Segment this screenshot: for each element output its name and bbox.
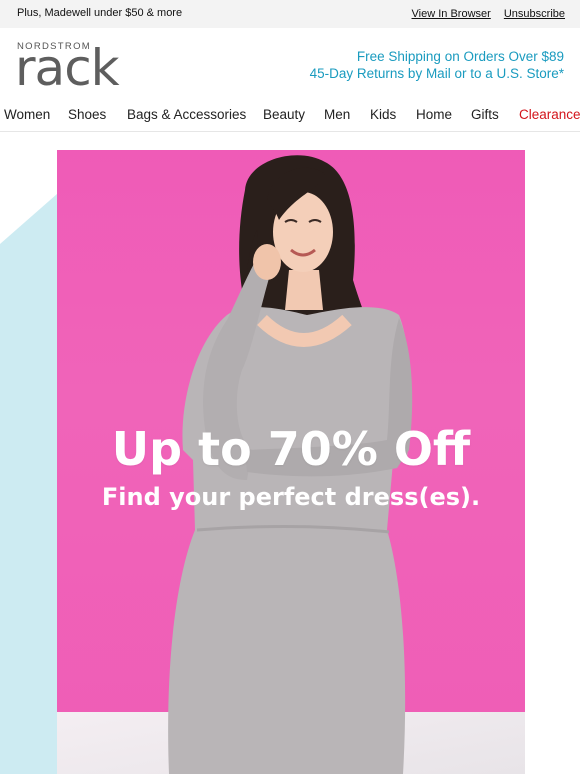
nav-item-home[interactable]: Home xyxy=(416,107,452,122)
nav-item-beauty[interactable]: Beauty xyxy=(263,107,305,122)
nav-item-clearance[interactable]: Clearance xyxy=(519,107,580,122)
logo-rack-text: rack xyxy=(15,39,120,97)
shipping-promo[interactable]: Free Shipping on Orders Over $89 45-Day … xyxy=(310,48,564,82)
returns-text: 45-Day Returns by Mail or to a U.S. Stor… xyxy=(309,66,564,81)
hero-subheadline: Find your perfect dress(es). xyxy=(101,483,481,511)
category-nav: Women Shoes Bags & Accessories Beauty Me… xyxy=(0,100,580,132)
utility-links: View In Browser Unsubscribe xyxy=(402,8,565,20)
top-utility-bar: Plus, Madewell under $50 & more View In … xyxy=(0,0,580,28)
free-shipping-text: Free Shipping on Orders Over $89 xyxy=(356,49,564,64)
nav-item-women[interactable]: Women xyxy=(4,107,50,122)
nordstrom-rack-logo[interactable]: NORDSTROM rack xyxy=(15,41,120,93)
view-in-browser-link[interactable]: View In Browser xyxy=(412,8,491,20)
nav-item-men[interactable]: Men xyxy=(324,107,350,122)
nav-item-kids[interactable]: Kids xyxy=(370,107,396,122)
hero-banner[interactable]: Up to 70% Off Find your perfect dress(es… xyxy=(0,132,580,774)
nav-item-gifts[interactable]: Gifts xyxy=(471,107,499,122)
nav-item-bags-accessories[interactable]: Bags & Accessories xyxy=(127,107,246,122)
hero-image[interactable]: Up to 70% Off Find your perfect dress(es… xyxy=(57,150,525,774)
unsubscribe-link[interactable]: Unsubscribe xyxy=(504,8,565,20)
hero-headline: Up to 70% Off xyxy=(111,422,471,476)
preheader-text: Plus, Madewell under $50 & more xyxy=(17,7,183,19)
nav-item-shoes[interactable]: Shoes xyxy=(68,107,106,122)
